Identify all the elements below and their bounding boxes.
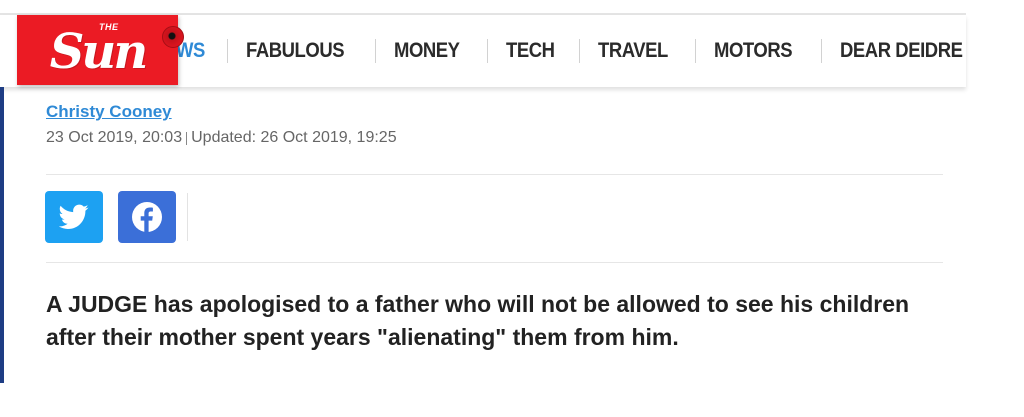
updated-date: Updated: 26 Oct 2019, 19:25 (191, 129, 397, 146)
nav-divider (486, 39, 488, 63)
nav-item-travel[interactable]: TRAVEL (598, 39, 668, 63)
article-lede: A JUDGE has apologised to a father who w… (46, 291, 910, 350)
site-navbar: THE Sun WS FABULOUS MONEY TECH TRAVEL MO… (0, 15, 966, 87)
date-divider (186, 131, 188, 145)
twitter-share-button[interactable] (45, 191, 103, 243)
logo-sun-text: Sun (49, 24, 148, 80)
published-date: 23 Oct 2019, 20:03 (46, 129, 183, 146)
nav-item-fabulous[interactable]: FABULOUS (246, 39, 345, 63)
facebook-share-button[interactable] (118, 191, 176, 243)
nav-divider (579, 39, 581, 63)
divider (46, 174, 943, 175)
nav-divider (695, 39, 697, 63)
author-link[interactable]: Christy Cooney (46, 102, 172, 122)
article-dates: 23 Oct 2019, 20:03 Updated: 26 Oct 2019,… (46, 129, 397, 147)
article-page: THE Sun WS FABULOUS MONEY TECH TRAVEL MO… (0, 0, 1024, 417)
nav-menu: WS FABULOUS MONEY TECH TRAVEL MOTORS DEA… (176, 15, 979, 87)
nav-divider (226, 39, 228, 63)
nav-divider (821, 39, 823, 63)
logo-the-text: THE (99, 22, 119, 32)
the-sun-logo[interactable]: THE Sun (17, 15, 184, 85)
nav-divider (375, 39, 377, 63)
divider (46, 262, 943, 263)
twitter-bird-icon (59, 204, 89, 229)
nav-item-motors[interactable]: MOTORS (714, 39, 793, 63)
facebook-f-icon (132, 202, 162, 232)
share-divider (187, 193, 188, 241)
nav-item-dear-deidre[interactable]: DEAR DEIDRE (840, 39, 963, 63)
poppy-icon (162, 26, 184, 48)
nav-item-tech[interactable]: TECH (506, 39, 555, 63)
nav-item-money[interactable]: MONEY (394, 39, 460, 63)
section-accent-bar (0, 87, 4, 383)
